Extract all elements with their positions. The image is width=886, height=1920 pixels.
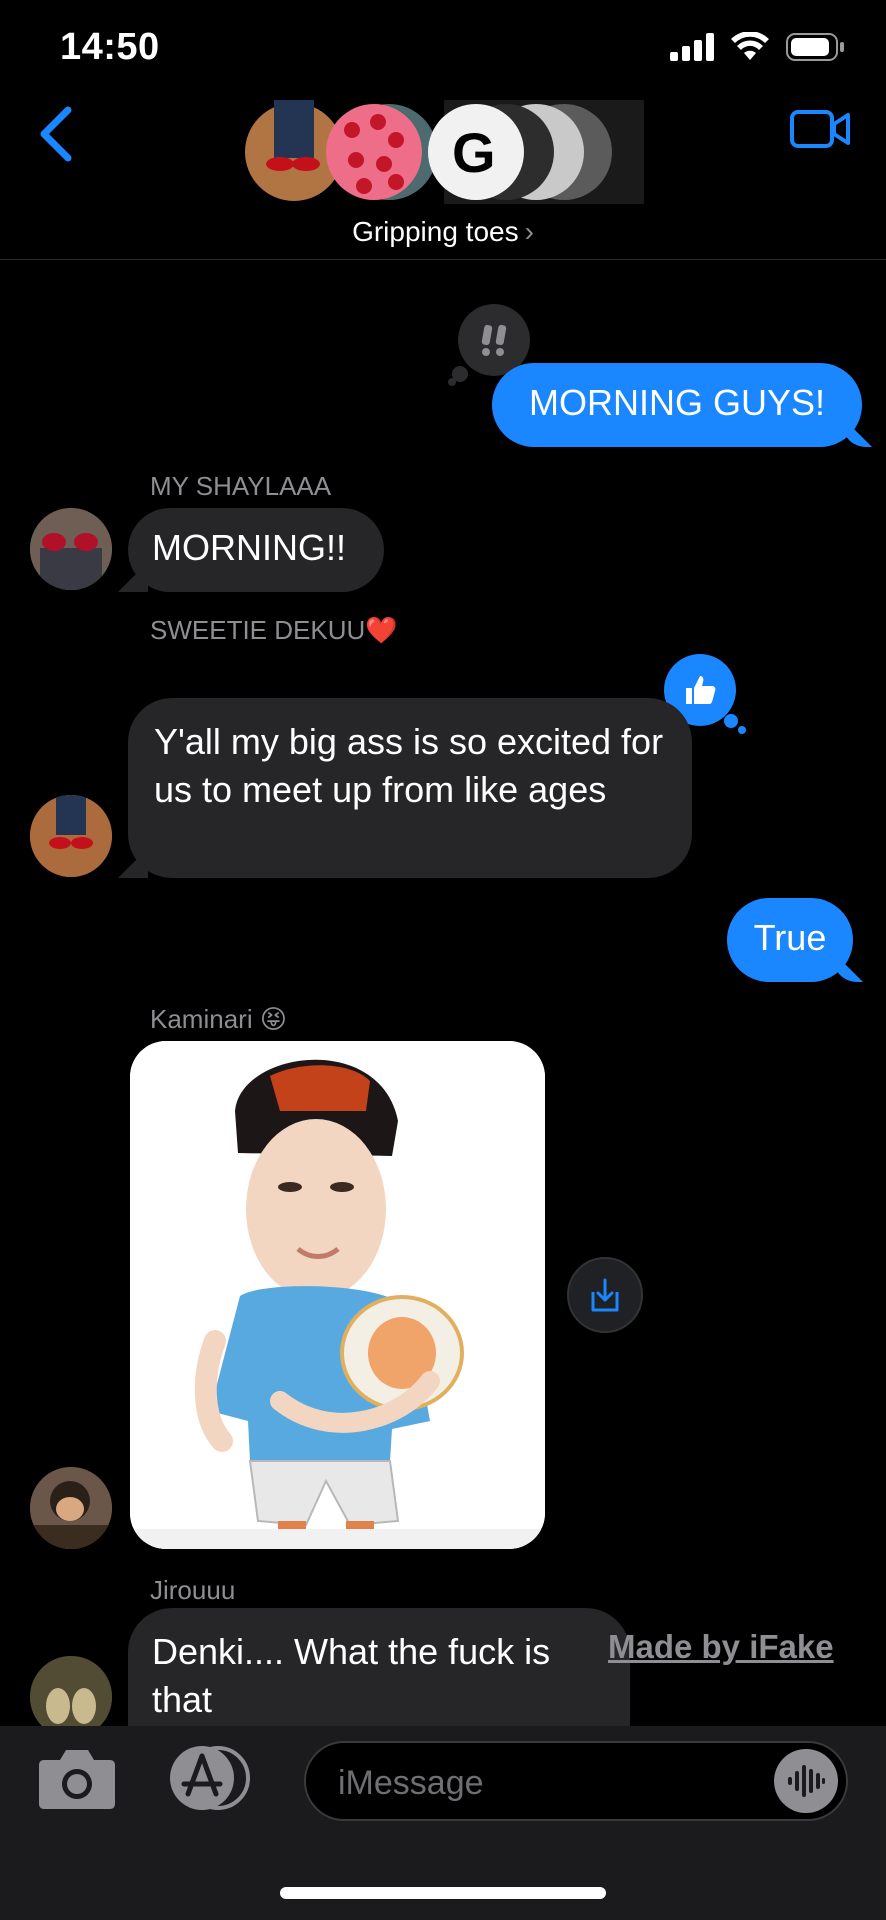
cellular-signal-icon — [670, 33, 714, 61]
message-input-container[interactable] — [304, 1741, 848, 1821]
message-bubble-outgoing[interactable]: True — [727, 898, 853, 982]
svg-text:G: G — [452, 121, 496, 184]
tapback-tail-dot-small — [448, 378, 456, 386]
video-camera-icon — [790, 110, 850, 148]
group-avatar-3: G — [428, 100, 644, 204]
header-divider — [0, 259, 886, 260]
group-avatar-cluster[interactable]: G — [244, 100, 648, 204]
chevron-left-icon — [40, 106, 72, 162]
tapback-tail-dot-small — [738, 726, 746, 734]
sender-name: Kaminari 😝 — [150, 1004, 287, 1034]
message-input[interactable] — [336, 1757, 760, 1809]
save-image-button[interactable] — [567, 1257, 643, 1333]
waveform-icon — [788, 1765, 825, 1797]
battery-icon — [786, 33, 844, 61]
home-indicator[interactable] — [280, 1887, 606, 1899]
back-button[interactable] — [36, 104, 76, 169]
status-icons — [670, 32, 846, 62]
image-attachment[interactable] — [130, 1041, 545, 1549]
app-store-button[interactable] — [168, 1744, 258, 1817]
voice-message-button[interactable] — [774, 1749, 838, 1813]
sender-name: Jirouuu — [150, 1575, 236, 1605]
tapback-tail-dot — [724, 714, 738, 728]
facetime-video-button[interactable] — [790, 108, 852, 155]
app-store-icon — [170, 1746, 250, 1810]
chevron-right-icon: › — [524, 216, 534, 247]
avatar[interactable] — [30, 795, 112, 877]
message-bubble-outgoing[interactable]: MORNING GUYS! — [492, 363, 862, 447]
message-bubble-incoming[interactable]: MORNING!! — [128, 508, 384, 592]
camera-icon — [39, 1750, 115, 1809]
watermark: Made by iFake — [608, 1628, 834, 1665]
sender-name: SWEETIE DEKUU❤️ — [150, 615, 398, 645]
status-time: 14:50 — [60, 26, 160, 68]
group-name[interactable]: Gripping toes › — [0, 216, 886, 248]
image-content — [130, 1041, 545, 1549]
download-icon — [591, 1278, 619, 1312]
group-avatar-2 — [326, 104, 437, 200]
avatar[interactable] — [30, 1467, 112, 1549]
wifi-icon — [731, 32, 769, 60]
message-bubble-incoming[interactable]: Y'all my big ass is so excited for us to… — [128, 698, 692, 878]
group-name-text: Gripping toes — [352, 216, 519, 247]
sender-name: MY SHAYLAAA — [150, 471, 332, 501]
camera-button[interactable] — [38, 1746, 116, 1815]
avatar[interactable] — [30, 508, 112, 590]
